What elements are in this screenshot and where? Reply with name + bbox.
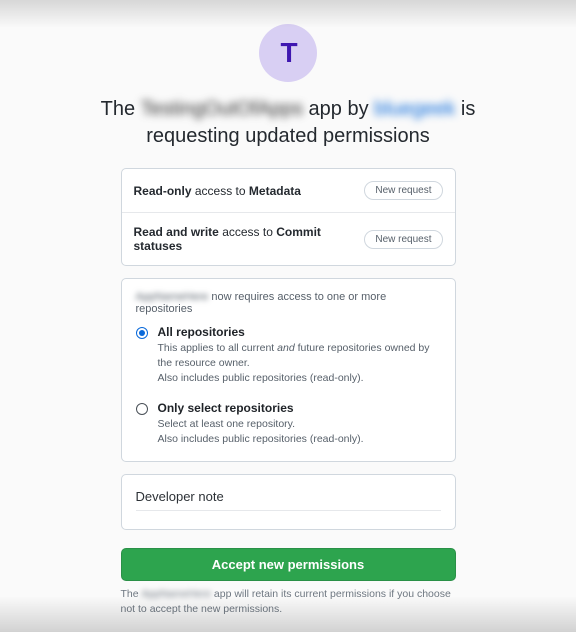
accept-permissions-button[interactable]: Accept new permissions <box>121 548 456 581</box>
permission-mid: access to <box>195 184 246 198</box>
app-name-redacted: TestingOutOfApps <box>141 96 303 123</box>
permission-label: Read-only access to Metadata <box>134 184 301 198</box>
retain-prefix: The <box>121 588 139 600</box>
new-request-badge: New request <box>364 181 442 200</box>
permission-row: Read-only access to Metadata New request <box>122 169 455 213</box>
repository-access-card: AppNameHere now requires access to one o… <box>121 278 456 462</box>
repo-access-intro: AppNameHere now requires access to one o… <box>136 291 441 315</box>
developer-note-label: Developer note <box>136 489 441 504</box>
retain-app-redacted: AppNameHere <box>142 587 211 602</box>
radio-indicator[interactable] <box>136 327 148 339</box>
new-request-badge: New request <box>364 230 442 249</box>
permission-label: Read and write access to Commit statuses <box>134 225 365 253</box>
permissions-page: T The TestingOutOfApps app by bluegeek i… <box>0 0 576 616</box>
radio-body: Only select repositories Select at least… <box>158 401 364 447</box>
radio-title: All repositories <box>158 325 441 339</box>
title-prefix: The <box>101 98 135 120</box>
radio-indicator[interactable] <box>136 403 148 415</box>
radio-desc-line2: Also includes public repositories (read-… <box>158 372 364 384</box>
radio-desc: This applies to all current and future r… <box>158 341 441 387</box>
radio-desc-line1: Select at least one repository. <box>158 418 296 430</box>
page-title: The TestingOutOfApps app by bluegeek is … <box>68 96 508 150</box>
author-name-redacted[interactable]: bluegeek <box>374 96 455 123</box>
permission-row: Read and write access to Commit statuses… <box>122 213 455 265</box>
developer-note-card: Developer note <box>121 474 456 530</box>
title-mid: app by <box>309 98 369 120</box>
radio-title: Only select repositories <box>158 401 364 415</box>
radio-desc-part: This applies to all current <box>158 342 275 354</box>
radio-option-all-repos[interactable]: All repositories This applies to all cur… <box>136 325 441 387</box>
app-avatar-glyph: T <box>280 37 295 69</box>
app-avatar: T <box>259 24 317 82</box>
permission-mid: access to <box>222 225 273 239</box>
permission-prefix: Read and write <box>134 225 219 239</box>
radio-option-select-repos[interactable]: Only select repositories Select at least… <box>136 401 441 447</box>
radio-desc-line2: Also includes public repositories (read-… <box>158 433 364 445</box>
radio-body: All repositories This applies to all cur… <box>158 325 441 387</box>
repo-intro-redacted: AppNameHere <box>136 291 209 303</box>
permission-prefix: Read-only <box>134 184 192 198</box>
divider <box>136 510 441 511</box>
radio-desc: Select at least one repository. Also inc… <box>158 417 364 447</box>
permission-target: Metadata <box>249 184 301 198</box>
radio-desc-em: and <box>277 342 295 354</box>
permissions-card: Read-only access to Metadata New request… <box>121 168 456 266</box>
retain-permissions-note: The AppNameHere app will retain its curr… <box>121 587 456 616</box>
